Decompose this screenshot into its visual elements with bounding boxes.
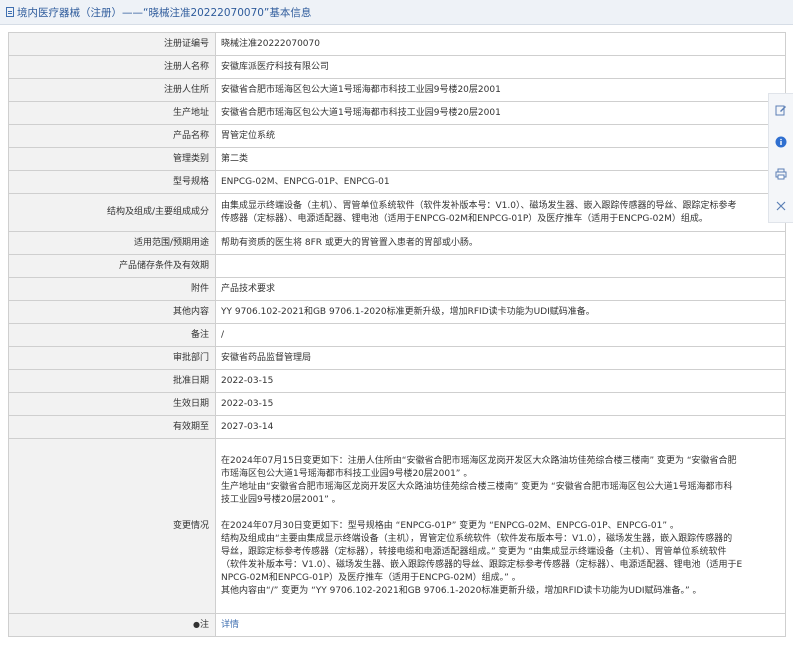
field-label: 审批部门 xyxy=(8,346,216,370)
field-value: 胃管定位系统 xyxy=(215,124,786,148)
value-line: 市瑶海区包公大道1号瑶海都市科技工业园9号楼20层2001” 。 xyxy=(221,468,473,479)
table-row: 生效日期 2022-03-15 xyxy=(8,392,786,416)
table-row: 生产地址 安徽省合肥市瑶海区包公大道1号瑶海都市科技工业园9号楼20层2001 xyxy=(8,101,786,125)
table-row: 备注 / xyxy=(8,323,786,347)
field-label: 生产地址 xyxy=(8,101,216,125)
table-row: 结构及组成/主要组成成分 由集成显示终端设备（主机）、胃管单位系统软件（软件发补… xyxy=(8,193,786,232)
table-row: 变更情况 在2024年07月15日变更如下：注册人住所由“安徽省合肥市瑶海区龙岗… xyxy=(8,438,786,614)
table-row: 注册人名称 安徽库派医疗科技有限公司 xyxy=(8,55,786,79)
field-label: ●注 xyxy=(8,613,216,637)
info-icon[interactable] xyxy=(773,134,789,150)
field-label: 变更情况 xyxy=(8,438,216,614)
location-pin-icon: ● xyxy=(193,620,200,629)
table-row: 管理类别 第二类 xyxy=(8,147,786,171)
field-label: 产品名称 xyxy=(8,124,216,148)
value-line: 在2024年07月30日变更如下：型号规格由 “ENPCG-01P” 变更为 “… xyxy=(221,520,679,531)
field-label: 其他内容 xyxy=(8,300,216,324)
table-row: 注册人住所 安徽省合肥市瑶海区包公大道1号瑶海都市科技工业园9号楼20层2001 xyxy=(8,78,786,102)
field-value: 安徽库派医疗科技有限公司 xyxy=(215,55,786,79)
field-value: ENPCG-02M、ENPCG-01P、ENPCG-01 xyxy=(215,170,786,194)
field-label: 适用范围/预期用途 xyxy=(8,231,216,255)
field-label: 附件 xyxy=(8,277,216,301)
field-value: 2027-03-14 xyxy=(215,415,786,439)
page-title: 境内医疗器械（注册）——“晓械注准20222070070”基本信息 xyxy=(17,6,312,19)
field-value: 帮助有资质的医生将 8FR 或更大的胃管置入患者的胃部或小肠。 xyxy=(215,231,786,255)
table-row: 产品储存条件及有效期 xyxy=(8,254,786,278)
field-value: 2022-03-15 xyxy=(215,369,786,393)
field-value: 安徽省合肥市瑶海区包公大道1号瑶海都市科技工业园9号楼20层2001 xyxy=(215,101,786,125)
value-line: 由集成显示终端设备（主机）、胃管单位系统软件（软件发补版本号：V1.0）、磁场发… xyxy=(221,200,737,211)
field-value: 安徽省药品监督管理局 xyxy=(215,346,786,370)
field-value: 第二类 xyxy=(215,147,786,171)
value-line: NPCG-02M和ENPCG-01P）及医疗推车（适用于ENCPG-02M）组成… xyxy=(221,572,521,583)
field-label: 型号规格 xyxy=(8,170,216,194)
value-line: 生产地址由“安徽省合肥市瑶海区龙岗开发区大众路油坊佳苑综合楼三楼南” 变更为 “… xyxy=(221,481,733,492)
table-row: 有效期至 2027-03-14 xyxy=(8,415,786,439)
value-line: 导丝，跟踪定标参考传感器（定标器），转接电缆和电源适配器组成。” 变更为 “由集… xyxy=(221,546,727,557)
field-value: 详情 xyxy=(215,613,786,637)
table-row: 其他内容 YY 9706.102-2021和GB 9706.1-2020标准更新… xyxy=(8,300,786,324)
field-value: 产品技术要求 xyxy=(215,277,786,301)
close-icon[interactable] xyxy=(773,198,789,214)
table-row: 适用范围/预期用途 帮助有资质的医生将 8FR 或更大的胃管置入患者的胃部或小肠… xyxy=(8,231,786,255)
field-label: 管理类别 xyxy=(8,147,216,171)
table-row: 型号规格 ENPCG-02M、ENPCG-01P、ENPCG-01 xyxy=(8,170,786,194)
field-value: YY 9706.102-2021和GB 9706.1-2020标准更新升级，增加… xyxy=(215,300,786,324)
table-row: ●注 详情 xyxy=(8,613,786,637)
field-label: 有效期至 xyxy=(8,415,216,439)
value-line: 传感器（定标器）、电源适配器、锂电池（适用于ENPCG-02M和ENPCG-01… xyxy=(221,213,708,224)
field-value: 安徽省合肥市瑶海区包公大道1号瑶海都市科技工业园9号楼20层2001 xyxy=(215,78,786,102)
field-label: 批准日期 xyxy=(8,369,216,393)
value-line: （软件发补版本号：V1.0）、磁场发生器、嵌入跟踪传感器的导丝、跟踪定标参考传感… xyxy=(221,559,743,570)
field-label: 产品储存条件及有效期 xyxy=(8,254,216,278)
document-icon xyxy=(6,7,14,17)
field-label: 结构及组成/主要组成成分 xyxy=(8,193,216,232)
details-link[interactable]: 详情 xyxy=(221,620,239,630)
value-line: 在2024年07月15日变更如下：注册人住所由“安徽省合肥市瑶海区龙岗开发区大众… xyxy=(221,455,737,466)
note-label: 注 xyxy=(199,620,209,630)
info-table: 注册证编号 晓械注准20222070070 注册人名称 安徽库派医疗科技有限公司… xyxy=(8,32,786,637)
table-row: 产品名称 胃管定位系统 xyxy=(8,124,786,148)
field-value: 晓械注准20222070070 xyxy=(215,32,786,56)
value-line: 结构及组成由“主要由集成显示终端设备（主机），胃管定位系统软件（软件发布版本号：… xyxy=(221,533,733,544)
value-line: 其他内容由“/” 变更为 “YY 9706.102-2021和GB 9706.1… xyxy=(221,585,702,596)
field-label: 备注 xyxy=(8,323,216,347)
title-bar: 境内医疗器械（注册）——“晓械注准20222070070”基本信息 xyxy=(0,0,793,25)
table-row: 审批部门 安徽省药品监督管理局 xyxy=(8,346,786,370)
field-label: 生效日期 xyxy=(8,392,216,416)
table-row: 批准日期 2022-03-15 xyxy=(8,369,786,393)
edit-icon[interactable] xyxy=(773,102,789,118)
field-value: / xyxy=(215,323,786,347)
field-value: 由集成显示终端设备（主机）、胃管单位系统软件（软件发补版本号：V1.0）、磁场发… xyxy=(215,193,786,232)
table-row: 注册证编号 晓械注准20222070070 xyxy=(8,32,786,56)
field-value: 在2024年07月15日变更如下：注册人住所由“安徽省合肥市瑶海区龙岗开发区大众… xyxy=(215,438,786,614)
field-label: 注册人住所 xyxy=(8,78,216,102)
field-value: 2022-03-15 xyxy=(215,392,786,416)
value-line: 技工业园9号楼20层2001” 。 xyxy=(221,494,341,505)
table-row: 附件 产品技术要求 xyxy=(8,277,786,301)
right-toolbar xyxy=(768,93,793,223)
field-label: 注册证编号 xyxy=(8,32,216,56)
print-icon[interactable] xyxy=(773,166,789,182)
field-value xyxy=(215,254,786,278)
field-label: 注册人名称 xyxy=(8,55,216,79)
